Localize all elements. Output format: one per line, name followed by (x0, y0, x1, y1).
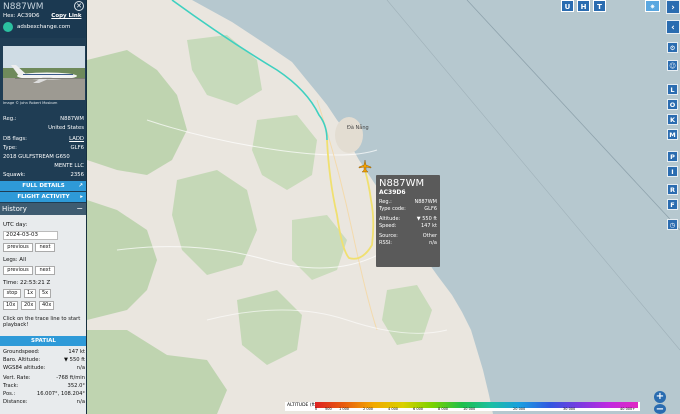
expand-arrow-icon[interactable]: › (666, 0, 680, 14)
speed-20x-button[interactable]: 20x (21, 301, 36, 310)
settings-icon[interactable]: ⚙ (667, 42, 678, 53)
callsign-title: N887WM (3, 2, 44, 12)
side-button-r[interactable]: R (667, 184, 678, 195)
altitude-tick: 4 000 (388, 407, 399, 411)
popup-row: Source: Other (379, 233, 437, 239)
altitude-tick: 20 000 (513, 407, 526, 411)
site-logo-icon (3, 22, 13, 32)
spatial-row: Groundspeed: 147 kt (3, 349, 85, 355)
side-button-k[interactable]: K (667, 114, 678, 125)
full-details-button[interactable]: FULL DETAILS ↗ (0, 181, 86, 191)
altitude-tick: 6 000 (413, 407, 424, 411)
top-button-t[interactable]: T (593, 0, 606, 12)
popup-row: Altitude: ▼ 550 ft (379, 216, 437, 222)
spatial-row: Pos.: 16.007°, 108.204° (3, 391, 85, 397)
history-icon[interactable]: ◷ (667, 219, 678, 230)
city-label: Đà Nẵng (347, 124, 369, 131)
person-icon[interactable]: ☺ (667, 60, 678, 71)
hex-row: Hex: AC39D6 Copy Link (3, 13, 83, 19)
stop-button[interactable]: stop (3, 289, 21, 298)
altitude-legend-title: ALTITUDE (ft) (287, 403, 317, 408)
spatial-row: Baro. Altitude: ▼ 550 ft (3, 357, 85, 363)
altitude-tick: 10 000 (463, 407, 476, 411)
next-day-button[interactable]: next (35, 243, 55, 252)
speed-5x-button[interactable]: 5x (39, 289, 51, 298)
site-link[interactable]: adsbexchange.com (3, 22, 83, 32)
zoom-out-button[interactable]: − (654, 404, 666, 414)
info-row: Squawk: 2356 (3, 172, 84, 178)
speed-40x-button[interactable]: 40x (39, 301, 54, 310)
settings-gear-icon[interactable]: ✷ (645, 0, 660, 12)
legs-label: Legs: All (3, 257, 27, 263)
top-button-h[interactable]: H (577, 0, 590, 12)
info-row: United States (48, 125, 84, 131)
site-label: adsbexchange.com (17, 24, 71, 30)
playback-hint: Click on the trace line to start playbac… (3, 316, 81, 328)
history-header[interactable]: History − (0, 203, 86, 215)
collapse-icon[interactable]: − (76, 203, 83, 215)
history-title: History (2, 205, 27, 213)
copy-link-button[interactable]: Copy Link (51, 13, 81, 19)
close-icon[interactable]: ✕ (74, 1, 84, 11)
side-button-f[interactable]: F (667, 199, 678, 210)
utc-day-label: UTC day: (3, 222, 28, 228)
altitude-tick: 8 000 (438, 407, 449, 411)
spatial-row: Track: 352.0° (3, 383, 85, 389)
altitude-tick: 500 (325, 407, 332, 411)
speed-10x-button[interactable]: 10x (3, 301, 18, 310)
popup-row: Type code: GLF6 (379, 206, 437, 212)
side-button-l[interactable]: L (667, 84, 678, 95)
popup-row: Reg.: N887WM (379, 199, 437, 205)
hex-label: Hex: (3, 13, 16, 19)
popup-row: RSSI: n/a (379, 240, 437, 246)
side-button-m[interactable]: M (667, 129, 678, 140)
previous-leg-button[interactable]: previous (3, 266, 33, 275)
spatial-row: WGS84 altitude: n/a (3, 365, 85, 371)
side-button-i[interactable]: I (667, 166, 678, 177)
altitude-tick: 40 000+ (620, 407, 636, 411)
previous-day-button[interactable]: previous (3, 243, 33, 252)
info-row: 2018 GULFSTREAM G650 (3, 154, 70, 160)
history-panel: History − UTC day: 2024-03-03 previous n… (0, 203, 86, 414)
altitude-tick: 2 000 (363, 407, 374, 411)
time-label: Time: 22:53:21 Z (3, 280, 51, 286)
spatial-row: Distance: n/a (3, 399, 85, 405)
popup-hex: AC39D6 (379, 189, 406, 196)
full-details-label: FULL DETAILS (22, 183, 65, 189)
sidebar-header: N887WM ✕ Hex: AC39D6 Copy Link adsbexcha… (0, 0, 86, 38)
speed-1x-button[interactable]: 1x (24, 289, 36, 298)
aircraft-popup[interactable]: N887WM AC39D6 Reg.: N887WM Type code: GLF6… (376, 175, 440, 267)
photo-credit: Image © John Robert Mosbum (3, 101, 58, 105)
altitude-tick: 30 000 (563, 407, 576, 411)
date-input[interactable]: 2024-03-03 (3, 231, 58, 240)
top-button-u[interactable]: U (561, 0, 574, 12)
aircraft-photo[interactable] (3, 46, 85, 100)
external-link-icon: ↗ (78, 183, 83, 189)
altitude-tick: 0 (315, 407, 318, 411)
spatial-section-header[interactable]: SPATIAL (0, 336, 86, 346)
next-leg-button[interactable]: next (35, 266, 55, 275)
popup-callsign: N887WM (379, 178, 425, 189)
hex-value: AC39D6 (17, 13, 40, 19)
aircraft-info-table: Reg.: N887WM United States DB flags: LADD … (0, 115, 86, 180)
info-row: Reg.: N887WM (3, 116, 84, 122)
altitude-tick: 1 000 (339, 407, 350, 411)
side-button-o[interactable]: O (667, 99, 678, 110)
spatial-row: Vert. Rate: -768 ft/min (3, 375, 85, 381)
altitude-legend: ALTITUDE (ft) 0 500 1 000 2 000 4 000 6 … (285, 402, 640, 411)
aircraft-sidebar: N887WM ✕ Hex: AC39D6 Copy Link adsbexcha… (0, 0, 87, 414)
collapse-arrow-icon[interactable]: ‹ (666, 20, 680, 34)
chevron-right-icon: ▸ (80, 194, 83, 200)
info-row: Type: GLF6 (3, 145, 84, 151)
zoom-in-button[interactable]: + (654, 391, 666, 403)
info-row: DB flags: LADD (3, 136, 84, 142)
flight-activity-label: FLIGHT ACTIVITY (17, 194, 70, 200)
info-row: MENTE LLC (54, 163, 84, 169)
popup-row: Speed: 147 kt (379, 223, 437, 229)
flight-activity-button[interactable]: FLIGHT ACTIVITY ▸ (0, 192, 86, 202)
side-button-p[interactable]: P (667, 151, 678, 162)
